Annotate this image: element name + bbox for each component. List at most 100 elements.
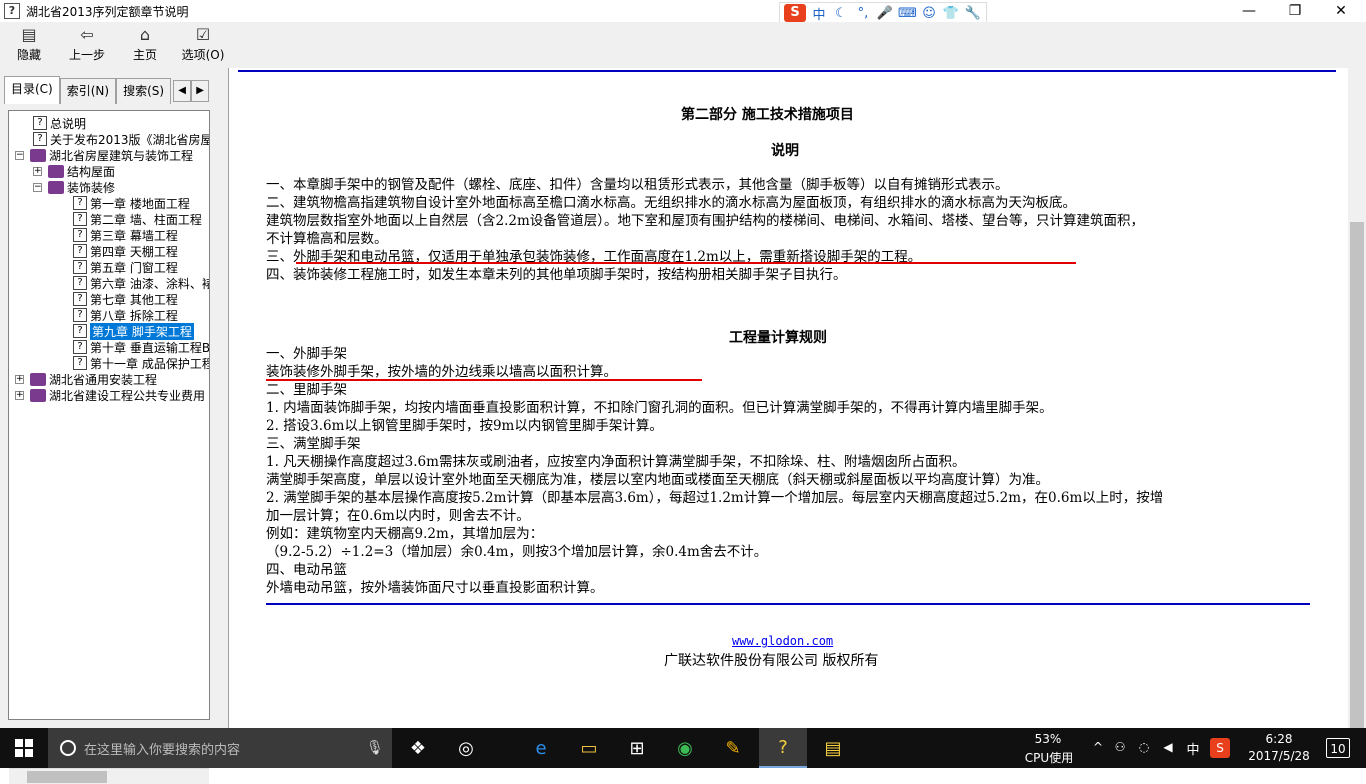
tab-scroll-right-icon[interactable]: ▶ [191, 80, 210, 102]
ime-punctuation-icon[interactable]: °, [854, 6, 872, 21]
tree-item-label: 关于发布2013版《湖北省房屋 [50, 132, 210, 147]
tree-item-label: 湖北省通用安装工程 [49, 372, 158, 387]
tree-item[interactable]: ? 第六章 油漆、涂料、裱 [73, 275, 210, 291]
rules-line: 加一层计算；在0.6m以内时，则舍去不计。 [266, 508, 530, 524]
tree-item[interactable]: ? 第一章 楼地面工程 [73, 195, 190, 211]
microphone-icon[interactable]: 🎙 [366, 740, 384, 756]
help-topic-icon: ? [73, 292, 87, 306]
people-icon[interactable]: ⚇ [1112, 740, 1128, 754]
tree-item[interactable]: ? 第十一章 成品保护工程 [73, 355, 209, 371]
tab-contents[interactable]: 目录(C) [4, 76, 60, 104]
tree-item-label: 第三章 幕墙工程 [90, 228, 178, 243]
tree-item[interactable]: ? 第八章 拆除工程 [73, 307, 178, 323]
tree-item[interactable]: − 装饰装修 [33, 179, 115, 195]
cortana-icon[interactable]: ◎ [442, 728, 490, 768]
network-icon[interactable]: ◌ [1136, 740, 1152, 754]
help-topic-icon: ? [73, 244, 87, 258]
ime-halfwidth-icon[interactable]: ☾ [832, 6, 850, 21]
top-divider [238, 70, 1336, 72]
hide-button[interactable]: ▤ 隐藏 [0, 22, 58, 66]
tab-scroll-left-icon[interactable]: ◀ [173, 80, 192, 102]
collapse-icon[interactable]: − [15, 150, 24, 160]
expand-icon[interactable]: + [15, 374, 24, 384]
tree-item[interactable]: ? 第七章 其他工程 [73, 291, 178, 307]
start-button[interactable] [0, 728, 48, 768]
tree-item-label: 第七章 其他工程 [90, 292, 178, 307]
clock-date[interactable]: 2017/5/28 [1244, 749, 1314, 763]
ime-skin-icon[interactable]: 👕 [942, 6, 960, 21]
restore-button[interactable]: ❐ [1272, 0, 1318, 22]
glodon-website-link[interactable]: www.glodon.com [732, 634, 833, 648]
notification-center-icon[interactable]: 10 [1326, 738, 1350, 758]
expand-icon[interactable]: + [33, 166, 42, 176]
clock-time[interactable]: 6:28 [1244, 732, 1314, 746]
search-placeholder: 在这里输入你要搜索的内容 [84, 742, 241, 758]
rules-line: 2. 搭设3.6m以上钢管里脚手架时，按9m以内钢管里脚手架计算。 [266, 418, 663, 434]
taskbar-search-box[interactable]: 在这里输入你要搜索的内容 [48, 728, 392, 768]
tree-item-label: 第九章 脚手架工程 [90, 322, 194, 340]
tree-item-label: 总说明 [50, 116, 87, 131]
store-icon[interactable]: ⊞ [613, 728, 661, 768]
volume-icon[interactable]: ◀ [1160, 740, 1176, 754]
sogou-logo-icon[interactable]: S [784, 4, 806, 22]
360-browser-icon[interactable]: ◉ [661, 728, 709, 768]
back-label: 上一步 [68, 47, 105, 62]
rules-line: 1. 凡天棚操作高度超过3.6m需抹灰或刷油者，应按室内净面积计算满堂脚手架，不… [266, 454, 966, 470]
back-button[interactable]: ⇦ 上一步 [58, 22, 116, 66]
explain-line: 一、本章脚手架中的钢管及配件（螺栓、底座、扣件）含量均以租赁形式表示，其他含量（… [266, 177, 1009, 193]
rules-line: 外墙电动吊篮，按外墙装饰面尺寸以垂直投影面积计算。 [266, 580, 604, 596]
book-icon [48, 180, 64, 194]
ime-keyboard-icon[interactable]: ⌨ [898, 6, 917, 21]
document-app-icon[interactable]: ▤ [809, 728, 857, 768]
close-button[interactable]: ✕ [1318, 0, 1364, 22]
rules-line: 三、满堂脚手架 [266, 436, 361, 452]
document-vertical-scrollbar[interactable] [1348, 68, 1366, 762]
help-topic-icon: ? [33, 116, 47, 130]
home-button[interactable]: ⌂ 主页 [116, 22, 174, 66]
help-topic-icon: ? [73, 228, 87, 242]
contents-tree[interactable]: ? 总说明? 关于发布2013版《湖北省房屋 − 湖北省房屋建筑与装饰工程 + 结构屋面 − 装… [8, 110, 210, 720]
tree-item[interactable]: ? 第三章 幕墙工程 [73, 227, 178, 243]
edge-browser-icon[interactable]: e [517, 728, 565, 768]
tree-item-label: 第六章 油漆、涂料、裱 [90, 276, 210, 291]
tree-item[interactable]: ? 第五章 门窗工程 [73, 259, 178, 275]
tree-item[interactable]: + 湖北省建设工程公共专业费用 [15, 387, 205, 403]
tree-item[interactable]: ? 第九章 脚手架工程 [73, 322, 194, 340]
tree-item-label: 第四章 天棚工程 [90, 244, 178, 259]
ime-user-icon[interactable]: ☺ [920, 6, 938, 21]
options-icon: ☑ [195, 24, 211, 44]
tree-item[interactable]: + 结构屋面 [33, 163, 115, 179]
task-view-icon[interactable]: ❖ [394, 728, 442, 768]
book-icon [30, 148, 46, 162]
tab-search[interactable]: 搜索(S) [116, 78, 172, 104]
sogou-tray-icon[interactable]: S [1210, 738, 1230, 758]
tab-index[interactable]: 索引(N) [59, 78, 117, 104]
tree-scroll-thumb[interactable] [27, 771, 107, 783]
back-arrow-icon: ⇦ [80, 24, 94, 44]
ime-settings-icon[interactable]: 🔧 [964, 6, 982, 21]
ime-voice-icon[interactable]: 🎤 [876, 6, 894, 21]
tree-item[interactable]: ? 关于发布2013版《湖北省房屋 [33, 131, 210, 147]
tree-item[interactable]: ? 总说明 [33, 115, 86, 131]
ime-chinese-mode[interactable]: 中 [810, 4, 828, 23]
document-scroll-thumb[interactable] [1350, 222, 1364, 762]
ime-toolbar[interactable]: S 中 ☾ °, 🎤 ⌨ ☺ 👕 🔧 [779, 2, 987, 24]
tree-item[interactable]: ? 第二章 墙、柱面工程 [73, 211, 202, 227]
tree-item[interactable]: ? 第四章 天棚工程 [73, 243, 178, 259]
minimize-button[interactable]: — [1226, 0, 1272, 22]
tree-item[interactable]: − 湖北省房屋建筑与装饰工程 [15, 147, 193, 163]
tab-scroll-arrows: ◀ ▶ [173, 78, 210, 104]
collapse-icon[interactable]: − [33, 182, 42, 192]
file-explorer-icon[interactable]: ▭ [565, 728, 613, 768]
chevron-up-icon[interactable]: ^ [1090, 740, 1106, 754]
help-topic-icon: ? [73, 196, 87, 210]
home-icon: ⌂ [139, 24, 151, 44]
options-button[interactable]: ☑ 选项(O) [174, 22, 232, 66]
expand-icon[interactable]: + [15, 390, 24, 400]
tree-horizontal-scrollbar[interactable] [9, 768, 209, 784]
help-app-taskbar-icon[interactable]: ? [759, 728, 807, 768]
tree-item[interactable]: + 湖北省通用安装工程 [15, 371, 157, 387]
tree-item[interactable]: ? 第十章 垂直运输工程B [73, 339, 209, 355]
ime-language-indicator[interactable]: 中 [1184, 739, 1202, 758]
notes-app-icon[interactable]: ✎ [709, 728, 757, 768]
